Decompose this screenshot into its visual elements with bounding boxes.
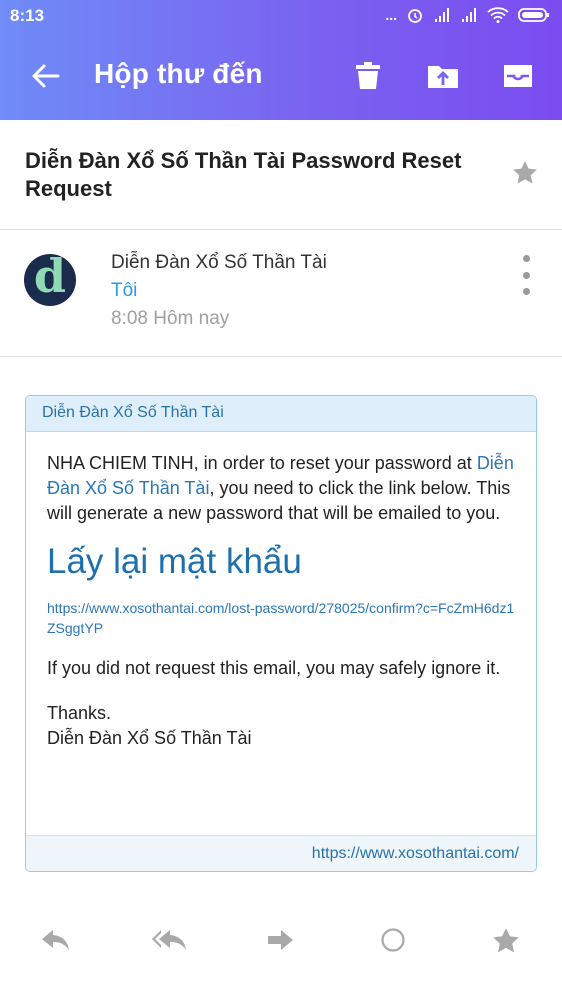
move-button[interactable]	[423, 56, 463, 96]
forward-arrow-icon	[268, 930, 293, 950]
back-button[interactable]	[26, 56, 66, 96]
intro-paragraph: NHA CHIEM TINH, in order to reset your p…	[47, 451, 516, 526]
trash-icon	[356, 62, 380, 89]
alarm-icon	[408, 9, 422, 23]
archive-button[interactable]	[498, 56, 538, 96]
reply-all-icon	[152, 930, 186, 950]
message-body: NHA CHIEM TINH, in order to reset your p…	[26, 432, 536, 751]
star-icon	[493, 927, 519, 952]
recipient[interactable]: Tôi	[111, 280, 137, 302]
status-icons: ...	[385, 6, 550, 24]
avatar-letter: d	[33, 254, 67, 303]
more-dot-icon	[522, 255, 530, 262]
confirm-url-link[interactable]: https://www.xosothantai.com/lost-passwor…	[47, 598, 516, 638]
status-dots: ...	[385, 7, 397, 23]
circle-icon	[381, 928, 405, 952]
forward-button[interactable]	[261, 922, 301, 958]
wifi-icon	[487, 7, 509, 23]
ignore-paragraph: If you did not request this email, you m…	[47, 658, 501, 678]
subject-row: Diễn Đàn Xổ Số Thần Tài Password Reset R…	[0, 120, 562, 230]
bottom-action-bar	[0, 912, 562, 968]
signal-icon	[435, 8, 449, 22]
more-dot-icon	[522, 288, 530, 295]
mark-button[interactable]	[373, 922, 413, 958]
thanks-text: Thanks.	[47, 703, 112, 723]
avatar[interactable]: d	[24, 254, 76, 306]
footer-link[interactable]: https://www.xosothantai.com/	[312, 845, 519, 862]
archive-icon	[504, 65, 532, 87]
app-header: 8:13 ... Hộp thư đến	[0, 0, 562, 120]
delete-button[interactable]	[348, 56, 388, 96]
arrow-left-icon	[32, 64, 60, 88]
more-options-button[interactable]	[518, 255, 534, 295]
intro-text: NHA CHIEM TINH, in order to reset your p…	[47, 453, 477, 473]
status-bar: 8:13 ...	[0, 0, 562, 34]
toolbar: Hộp thư đến	[0, 34, 562, 120]
message-card: Diễn Đàn Xổ Số Thần Tài NHA CHIEM TINH, …	[25, 395, 537, 872]
star-button[interactable]	[512, 160, 538, 190]
message-header: Diễn Đàn Xổ Số Thần Tài	[26, 396, 536, 432]
sender-row: d Diễn Đàn Xổ Số Thần Tài Tôi 8:08 Hôm n…	[0, 230, 562, 357]
sent-time: 8:08 Hôm nay	[111, 308, 230, 329]
signature-text: Diễn Đàn Xổ Số Thần Tài	[47, 728, 252, 748]
status-time: 8:13	[10, 6, 45, 25]
sender-name[interactable]: Diễn Đàn Xổ Số Thần Tài	[111, 252, 327, 274]
more-dot-icon	[522, 271, 530, 279]
reply-all-button[interactable]	[150, 922, 190, 958]
reset-password-link[interactable]: Lấy lại mật khẩu	[47, 540, 516, 584]
message-footer: https://www.xosothantai.com/	[26, 835, 536, 871]
star-icon	[513, 161, 537, 184]
toolbar-title: Hộp thư đến	[94, 58, 263, 89]
signal-icon-2	[462, 8, 476, 22]
email-subject: Diễn Đàn Xổ Số Thần Tài Password Reset R…	[25, 148, 462, 201]
reply-icon	[42, 930, 69, 950]
star-bottom-button[interactable]	[486, 922, 526, 958]
battery-icon	[518, 8, 549, 22]
folder-move-icon	[428, 66, 458, 88]
reply-button[interactable]	[36, 922, 76, 958]
